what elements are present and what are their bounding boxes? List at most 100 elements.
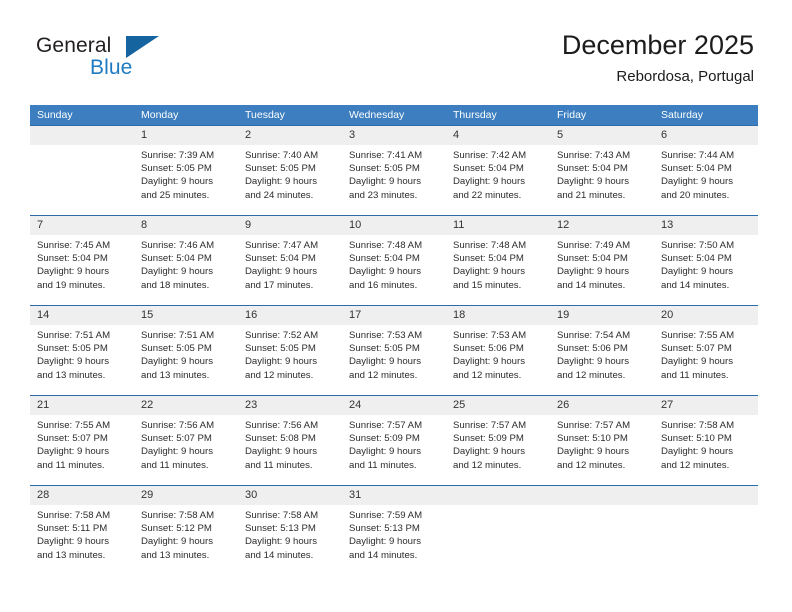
day-cell[interactable]: Sunrise: 7:54 AM Sunset: 5:06 PM Dayligh…	[550, 325, 654, 395]
day-number[interactable]: 29	[134, 486, 238, 505]
day-number[interactable]	[446, 486, 550, 505]
day-number[interactable]: 25	[446, 396, 550, 415]
daylight-line-1: Daylight: 9 hours	[245, 536, 317, 548]
day-cell[interactable]: Sunrise: 7:51 AM Sunset: 5:05 PM Dayligh…	[30, 325, 134, 395]
day-cell[interactable]: Sunrise: 7:57 AM Sunset: 5:09 PM Dayligh…	[446, 415, 550, 485]
daylight-line-1: Daylight: 9 hours	[453, 176, 525, 188]
day-number[interactable]: 9	[238, 216, 342, 235]
day-number[interactable]: 31	[342, 486, 446, 505]
day-cell[interactable]: Sunrise: 7:50 AM Sunset: 5:04 PM Dayligh…	[654, 235, 758, 305]
day-number[interactable]: 7	[30, 216, 134, 235]
day-cell[interactable]: Sunrise: 7:57 AM Sunset: 5:10 PM Dayligh…	[550, 415, 654, 485]
day-number[interactable]	[550, 486, 654, 505]
daylight-line-2: and 11 minutes.	[349, 459, 417, 471]
daylight-line-2: and 11 minutes.	[661, 369, 729, 381]
day-cell[interactable]: Sunrise: 7:57 AM Sunset: 5:09 PM Dayligh…	[342, 415, 446, 485]
daylight-line-1: Daylight: 9 hours	[245, 176, 317, 188]
day-number[interactable]: 5	[550, 126, 654, 145]
daylight-line-2: and 16 minutes.	[349, 279, 418, 291]
day-cell[interactable]: Sunrise: 7:39 AM Sunset: 5:05 PM Dayligh…	[134, 145, 238, 215]
sunrise-text: Sunrise: 7:52 AM	[245, 330, 319, 341]
day-number[interactable]: 6	[654, 126, 758, 145]
calendar-week-row: 14 15 16 17 18 19 20 Sunrise: 7:51 AM Su…	[30, 305, 758, 395]
day-cell[interactable]	[446, 505, 550, 575]
week-daynumber-band: 14 15 16 17 18 19 20	[30, 306, 758, 325]
day-number[interactable]: 19	[550, 306, 654, 325]
daylight-line-1: Daylight: 9 hours	[349, 446, 421, 458]
day-cell[interactable]: Sunrise: 7:48 AM Sunset: 5:04 PM Dayligh…	[446, 235, 550, 305]
day-cell[interactable]: Sunrise: 7:45 AM Sunset: 5:04 PM Dayligh…	[30, 235, 134, 305]
day-cell[interactable]: Sunrise: 7:49 AM Sunset: 5:04 PM Dayligh…	[550, 235, 654, 305]
sunset-text: Sunset: 5:04 PM	[453, 253, 524, 265]
day-number[interactable]: 12	[550, 216, 654, 235]
sunset-text: Sunset: 5:04 PM	[557, 163, 628, 175]
day-cell[interactable]: Sunrise: 7:59 AM Sunset: 5:13 PM Dayligh…	[342, 505, 446, 575]
sunrise-text: Sunrise: 7:43 AM	[557, 150, 631, 161]
day-cell[interactable]: Sunrise: 7:55 AM Sunset: 5:07 PM Dayligh…	[654, 325, 758, 395]
day-cell[interactable]: Sunrise: 7:56 AM Sunset: 5:08 PM Dayligh…	[238, 415, 342, 485]
day-cell[interactable]	[654, 505, 758, 575]
day-number[interactable]: 11	[446, 216, 550, 235]
day-number[interactable]: 28	[30, 486, 134, 505]
day-number[interactable]: 21	[30, 396, 134, 415]
day-cell[interactable]: Sunrise: 7:52 AM Sunset: 5:05 PM Dayligh…	[238, 325, 342, 395]
day-cell[interactable]: Sunrise: 7:43 AM Sunset: 5:04 PM Dayligh…	[550, 145, 654, 215]
day-number[interactable]: 8	[134, 216, 238, 235]
day-number[interactable]: 10	[342, 216, 446, 235]
day-cell[interactable]: Sunrise: 7:42 AM Sunset: 5:04 PM Dayligh…	[446, 145, 550, 215]
sunrise-text: Sunrise: 7:56 AM	[245, 420, 319, 431]
day-number[interactable]: 26	[550, 396, 654, 415]
day-cell[interactable]: Sunrise: 7:41 AM Sunset: 5:05 PM Dayligh…	[342, 145, 446, 215]
day-cell[interactable]: Sunrise: 7:53 AM Sunset: 5:06 PM Dayligh…	[446, 325, 550, 395]
day-number[interactable]: 3	[342, 126, 446, 145]
day-number[interactable]: 27	[654, 396, 758, 415]
day-number[interactable]: 30	[238, 486, 342, 505]
daylight-line-1: Daylight: 9 hours	[661, 176, 733, 188]
day-cell[interactable]: Sunrise: 7:58 AM Sunset: 5:11 PM Dayligh…	[30, 505, 134, 575]
daylight-line-1: Daylight: 9 hours	[349, 536, 421, 548]
daylight-line-2: and 11 minutes.	[37, 459, 105, 471]
day-number[interactable]: 13	[654, 216, 758, 235]
day-cell[interactable]: Sunrise: 7:58 AM Sunset: 5:10 PM Dayligh…	[654, 415, 758, 485]
brand-logo[interactable]: General Blue	[36, 34, 196, 90]
weekday-header-wednesday: Wednesday	[349, 109, 405, 121]
weekday-header-monday: Monday	[141, 109, 179, 121]
sunset-text: Sunset: 5:11 PM	[37, 523, 108, 535]
day-number[interactable]: 18	[446, 306, 550, 325]
day-cell[interactable]: Sunrise: 7:47 AM Sunset: 5:04 PM Dayligh…	[238, 235, 342, 305]
day-cell[interactable]: Sunrise: 7:40 AM Sunset: 5:05 PM Dayligh…	[238, 145, 342, 215]
day-number[interactable]	[30, 126, 134, 145]
day-number[interactable]: 23	[238, 396, 342, 415]
day-cell[interactable]: Sunrise: 7:56 AM Sunset: 5:07 PM Dayligh…	[134, 415, 238, 485]
day-number[interactable]: 2	[238, 126, 342, 145]
day-cell[interactable]: Sunrise: 7:51 AM Sunset: 5:05 PM Dayligh…	[134, 325, 238, 395]
daylight-line-2: and 13 minutes.	[141, 369, 210, 381]
sunset-text: Sunset: 5:05 PM	[349, 343, 420, 355]
daylight-line-2: and 12 minutes.	[661, 459, 730, 471]
day-cell[interactable]: Sunrise: 7:55 AM Sunset: 5:07 PM Dayligh…	[30, 415, 134, 485]
day-cell[interactable]	[550, 505, 654, 575]
day-number[interactable]: 24	[342, 396, 446, 415]
day-cell[interactable]: Sunrise: 7:48 AM Sunset: 5:04 PM Dayligh…	[342, 235, 446, 305]
day-number[interactable]: 14	[30, 306, 134, 325]
day-number[interactable]: 20	[654, 306, 758, 325]
day-cell[interactable]: Sunrise: 7:58 AM Sunset: 5:12 PM Dayligh…	[134, 505, 238, 575]
sunrise-text: Sunrise: 7:57 AM	[349, 420, 423, 431]
daylight-line-1: Daylight: 9 hours	[453, 266, 525, 278]
sunrise-text: Sunrise: 7:48 AM	[349, 240, 423, 251]
day-number[interactable]: 17	[342, 306, 446, 325]
calendar-page: General Blue December 2025 Rebordosa, Po…	[0, 0, 792, 612]
day-number[interactable]: 1	[134, 126, 238, 145]
day-cell[interactable]: Sunrise: 7:46 AM Sunset: 5:04 PM Dayligh…	[134, 235, 238, 305]
sunrise-text: Sunrise: 7:57 AM	[557, 420, 631, 431]
day-cell[interactable]	[30, 145, 134, 215]
day-cell[interactable]: Sunrise: 7:53 AM Sunset: 5:05 PM Dayligh…	[342, 325, 446, 395]
day-number[interactable]: 16	[238, 306, 342, 325]
day-number[interactable]	[654, 486, 758, 505]
day-number[interactable]: 22	[134, 396, 238, 415]
day-cell[interactable]: Sunrise: 7:58 AM Sunset: 5:13 PM Dayligh…	[238, 505, 342, 575]
day-number[interactable]: 15	[134, 306, 238, 325]
day-number[interactable]: 4	[446, 126, 550, 145]
day-cell[interactable]: Sunrise: 7:44 AM Sunset: 5:04 PM Dayligh…	[654, 145, 758, 215]
daylight-line-1: Daylight: 9 hours	[141, 176, 213, 188]
